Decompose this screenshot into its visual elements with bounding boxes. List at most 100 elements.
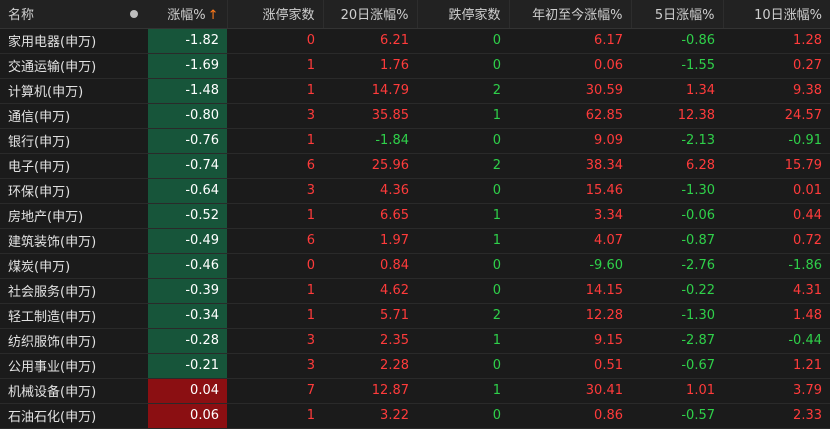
row-change: -1.82	[148, 28, 227, 53]
row-dot-cell	[120, 53, 148, 78]
row-limit-up: 1	[306, 283, 315, 298]
table-row[interactable]: 轻工制造(申万) -0.34 1 5.71 2 12.28 -1.30 1.48	[0, 303, 830, 328]
table-row[interactable]: 环保(申万) -0.64 3 4.36 0 15.46 -1.30 0.01	[0, 178, 830, 203]
row-day10: 3.79	[793, 383, 822, 398]
row-day10: -0.91	[788, 133, 822, 148]
row-limit-up: 3	[306, 183, 315, 198]
row-day5: -1.30	[681, 308, 715, 323]
table-row[interactable]: 社会服务(申万) -0.39 1 4.62 0 14.15 -0.22 4.31	[0, 278, 830, 303]
row-dot-cell	[120, 103, 148, 128]
table-header: 名称 涨幅% ↑ 涨停家数 20日涨幅% 跌停家数 年初至今涨幅% 5日涨幅% 1…	[0, 0, 830, 29]
row-day20: 1.76	[380, 58, 409, 73]
row-limit-down: 0	[492, 58, 501, 73]
table-row[interactable]: 房地产(申万) -0.52 1 6.65 1 3.34 -0.06 0.44	[0, 203, 830, 228]
row-name: 银行(申万)	[8, 135, 71, 150]
table-row[interactable]: 纺织服饰(申万) -0.28 3 2.35 1 9.15 -2.87 -0.44	[0, 328, 830, 353]
table-row[interactable]: 银行(申万) -0.76 1 -1.84 0 9.09 -2.13 -0.91	[0, 128, 830, 153]
row-day5: -0.22	[681, 283, 715, 298]
row-day10: -1.86	[788, 258, 822, 273]
row-name: 公用事业(申万)	[8, 360, 97, 375]
row-day10: 1.28	[793, 33, 822, 48]
row-day5: -2.13	[681, 133, 715, 148]
row-day5: 6.28	[686, 158, 715, 173]
row-dot-cell	[120, 253, 148, 278]
row-limit-up: 1	[306, 83, 315, 98]
table-row[interactable]: 通信(申万) -0.80 3 35.85 1 62.85 12.38 24.57	[0, 103, 830, 128]
dot-icon	[130, 9, 138, 18]
table-row[interactable]: 建筑装饰(申万) -0.49 6 1.97 1 4.07 -0.87 0.72	[0, 228, 830, 253]
row-change: -0.28	[148, 328, 227, 353]
column-header-name[interactable]: 名称	[0, 0, 120, 29]
row-change: -1.69	[148, 53, 227, 78]
row-name: 社会服务(申万)	[8, 285, 97, 300]
column-header-change[interactable]: 涨幅% ↑	[148, 0, 227, 29]
row-ytd: -9.60	[589, 258, 623, 273]
row-limit-up: 1	[306, 58, 315, 73]
row-limit-down: 2	[492, 308, 501, 323]
column-header-dot[interactable]	[120, 0, 148, 29]
row-day5: -0.86	[681, 33, 715, 48]
row-change: -0.76	[148, 128, 227, 153]
row-day20: 2.35	[380, 333, 409, 348]
row-limit-down: 2	[492, 83, 501, 98]
row-day5: -0.87	[681, 233, 715, 248]
row-limit-up: 0	[306, 258, 315, 273]
row-name: 石油石化(申万)	[8, 410, 97, 425]
row-dot-cell	[120, 378, 148, 403]
row-day20: 14.79	[371, 83, 409, 98]
row-name: 房地产(申万)	[8, 210, 84, 225]
row-day10: -0.44	[788, 333, 822, 348]
row-dot-cell	[120, 303, 148, 328]
table-row[interactable]: 石油石化(申万) 0.06 1 3.22 0 0.86 -0.57 2.33	[0, 403, 830, 428]
row-day10: 9.38	[793, 83, 822, 98]
table-row[interactable]: 机械设备(申万) 0.04 7 12.87 1 30.41 1.01 3.79	[0, 378, 830, 403]
column-header-limit-down[interactable]: 跌停家数	[416, 0, 509, 29]
row-name: 机械设备(申万)	[8, 385, 97, 400]
row-change: -0.34	[148, 303, 227, 328]
table-row[interactable]: 计算机(申万) -1.48 1 14.79 2 30.59 1.34 9.38	[0, 78, 830, 103]
row-change: -0.74	[148, 153, 227, 178]
row-name: 交通运输(申万)	[8, 60, 97, 75]
row-ytd: 30.41	[585, 383, 623, 398]
row-limit-up: 1	[306, 308, 315, 323]
row-name: 煤炭(申万)	[8, 260, 71, 275]
row-day20: 6.21	[380, 33, 409, 48]
row-day5: -1.30	[681, 183, 715, 198]
table-row[interactable]: 公用事业(申万) -0.21 3 2.28 0 0.51 -0.67 1.21	[0, 353, 830, 378]
row-day20: 5.71	[380, 308, 409, 323]
row-limit-up: 0	[306, 33, 315, 48]
row-day5: -0.06	[681, 208, 715, 223]
row-change: -0.46	[148, 253, 227, 278]
row-day20: 12.87	[371, 383, 409, 398]
table-row[interactable]: 煤炭(申万) -0.46 0 0.84 0 -9.60 -2.76 -1.86	[0, 253, 830, 278]
row-ytd: 14.15	[585, 283, 623, 298]
column-header-ytd[interactable]: 年初至今涨幅%	[508, 0, 631, 29]
row-day20: 6.65	[380, 208, 409, 223]
row-name: 环保(申万)	[8, 185, 71, 200]
row-day10: 0.27	[793, 58, 822, 73]
table-row[interactable]: 电子(申万) -0.74 6 25.96 2 38.34 6.28 15.79	[0, 153, 830, 178]
row-limit-up: 1	[306, 408, 315, 423]
row-day10: 1.21	[793, 358, 822, 373]
table-body: 家用电器(申万) -1.82 0 6.21 0 6.17 -0.86 1.28 交通运输(申万)…	[0, 28, 830, 428]
table-row[interactable]: 家用电器(申万) -1.82 0 6.21 0 6.17 -0.86 1.28	[0, 28, 830, 53]
row-day10: 0.44	[793, 208, 822, 223]
row-limit-down: 1	[492, 233, 501, 248]
row-ytd: 62.85	[585, 108, 623, 123]
table-row[interactable]: 交通运输(申万) -1.69 1 1.76 0 0.06 -1.55 0.27	[0, 53, 830, 78]
row-dot-cell	[120, 228, 148, 253]
row-change: -1.48	[148, 78, 227, 103]
column-header-day20[interactable]: 20日涨幅%	[322, 0, 417, 29]
row-day20: 0.84	[380, 258, 409, 273]
column-header-day5[interactable]: 5日涨幅%	[630, 0, 723, 29]
row-limit-up: 3	[306, 333, 315, 348]
row-dot-cell	[120, 128, 148, 153]
row-day10: 0.01	[793, 183, 822, 198]
row-limit-up: 1	[306, 133, 315, 148]
row-dot-cell	[120, 278, 148, 303]
row-day5: -0.67	[681, 358, 715, 373]
row-day10: 0.72	[793, 233, 822, 248]
column-header-limit-up[interactable]: 涨停家数	[226, 0, 323, 29]
column-header-day10[interactable]: 10日涨幅%	[722, 0, 830, 29]
row-ytd: 9.09	[594, 133, 623, 148]
